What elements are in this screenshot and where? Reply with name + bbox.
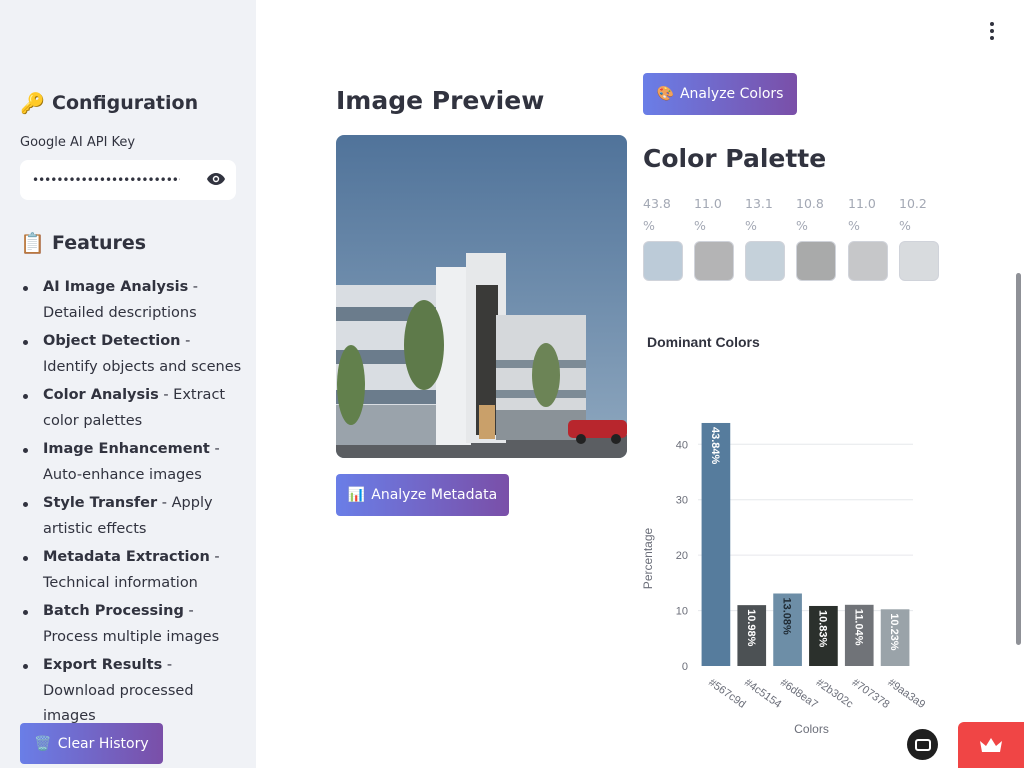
features-title: Features — [52, 232, 147, 254]
features-heading: 📋 Features — [20, 231, 146, 255]
chart-x-tick-label: #6d8ea7 — [778, 677, 820, 711]
feature-item: Object Detection - Identify objects and … — [20, 329, 242, 380]
chart-x-tick-label: #567c9d — [706, 677, 747, 711]
chart-x-tick-label: #9aa3a9 — [885, 677, 927, 711]
api-key-label: Google AI API Key — [20, 135, 136, 150]
palette-swatch — [643, 241, 683, 281]
chart-x-tick-label: #707378 — [850, 677, 892, 711]
feature-item: Export Results - Download processed imag… — [20, 653, 242, 730]
palette-percent: 10.2% — [899, 196, 927, 233]
api-key-field[interactable]: •••••••••••••••••••••••••••••• — [20, 160, 236, 200]
main-area: Image Preview 📊 Analyze Metadata 🎨 Analy… — [256, 0, 1024, 768]
feature-item: AI Image Analysis - Detailed description… — [20, 275, 242, 326]
feature-name: Object Detection — [43, 333, 181, 349]
chart-data-label: 13.08% — [781, 597, 793, 635]
configuration-title: Configuration — [52, 92, 199, 114]
chart-title: Dominant Colors — [647, 334, 760, 350]
palette-icon: 🎨 — [656, 86, 674, 102]
api-key-value[interactable]: •••••••••••••••••••••••••••••• — [32, 173, 180, 187]
feature-item: Image Enhancement - Auto-enhance images — [20, 437, 242, 488]
chart-y-tick-label: 30 — [676, 495, 688, 507]
dominant-colors-chart: Dominant Colors Percentage Colors 0 10 20 3… — [641, 334, 927, 736]
chart-x-tick-label: #2b302c — [814, 677, 856, 711]
palette-percent: 11.0% — [848, 196, 876, 233]
clear-history-button[interactable]: 🗑️ Clear History — [20, 723, 163, 764]
feature-item: Color Analysis - Extract color palettes — [20, 383, 242, 434]
trash-icon: 🗑️ — [34, 735, 52, 752]
feature-item: Style Transfer - Apply artistic effects — [20, 491, 242, 542]
crown-icon[interactable] — [958, 722, 1024, 768]
key-icon: 🔑 — [20, 91, 45, 115]
palette-percent: 43.8% — [643, 196, 671, 233]
chart-y-tick-label: 20 — [676, 550, 688, 562]
palette-percent: 11.0% — [694, 196, 722, 233]
feature-item: Metadata Extraction - Technical informat… — [20, 545, 242, 596]
streamlit-badge-icon[interactable] — [907, 729, 938, 760]
feature-name: Metadata Extraction — [43, 549, 210, 565]
configuration-heading: 🔑 Configuration — [20, 91, 198, 115]
clipboard-icon: 📋 — [20, 231, 45, 255]
feature-name: Batch Processing — [43, 603, 184, 619]
sidebar: 🔑 Configuration Google AI API Key ••••••… — [0, 0, 256, 768]
analyze-colors-button[interactable]: 🎨 Analyze Colors — [643, 73, 797, 115]
chart-y-tick-label: 0 — [682, 661, 688, 673]
image-preview-title: Image Preview — [336, 86, 545, 115]
palette-swatch — [745, 241, 785, 281]
feature-name: Style Transfer — [43, 495, 158, 511]
chart-data-label: 10.23% — [888, 613, 900, 651]
chart-y-tick-label: 10 — [676, 606, 688, 618]
color-palette-title: Color Palette — [643, 144, 827, 173]
bar-chart-icon: 📊 — [347, 487, 366, 503]
palette-swatch — [848, 241, 888, 281]
feature-item: Batch Processing - Process multiple imag… — [20, 599, 242, 650]
analyze-metadata-label: Analyze Metadata — [371, 487, 498, 503]
feature-name: Export Results — [43, 657, 163, 673]
palette-swatch — [899, 241, 939, 281]
eye-icon[interactable] — [206, 171, 226, 190]
scrollbar-thumb[interactable] — [1016, 273, 1021, 645]
chart-data-label: 10.83% — [816, 610, 828, 648]
palette-percent: 13.1% — [745, 196, 773, 233]
chart-y-tick-label: 40 — [676, 439, 688, 451]
feature-name: AI Image Analysis — [43, 279, 189, 295]
features-list: AI Image Analysis - Detailed description… — [20, 275, 242, 733]
preview-image — [336, 135, 627, 458]
clear-history-label: Clear History — [57, 735, 149, 752]
chart-x-tick-label: #4c5154 — [742, 677, 783, 711]
chart-x-axis-label: Colors — [794, 722, 829, 736]
analyze-colors-label: Analyze Colors — [679, 86, 784, 102]
feature-name: Image Enhancement — [43, 441, 210, 457]
chart-data-label: 10.98% — [745, 609, 757, 647]
palette-swatch — [796, 241, 836, 281]
palette-percent: 10.8% — [796, 196, 824, 233]
chart-data-label: 43.84% — [709, 427, 721, 465]
chart-data-label: 11.04% — [852, 609, 864, 646]
analyze-metadata-button[interactable]: 📊 Analyze Metadata — [336, 474, 509, 516]
chart-y-axis-label: Percentage — [641, 527, 655, 589]
palette-swatch — [694, 241, 734, 281]
main-menu-icon[interactable] — [988, 22, 996, 40]
feature-name: Color Analysis — [43, 387, 159, 403]
